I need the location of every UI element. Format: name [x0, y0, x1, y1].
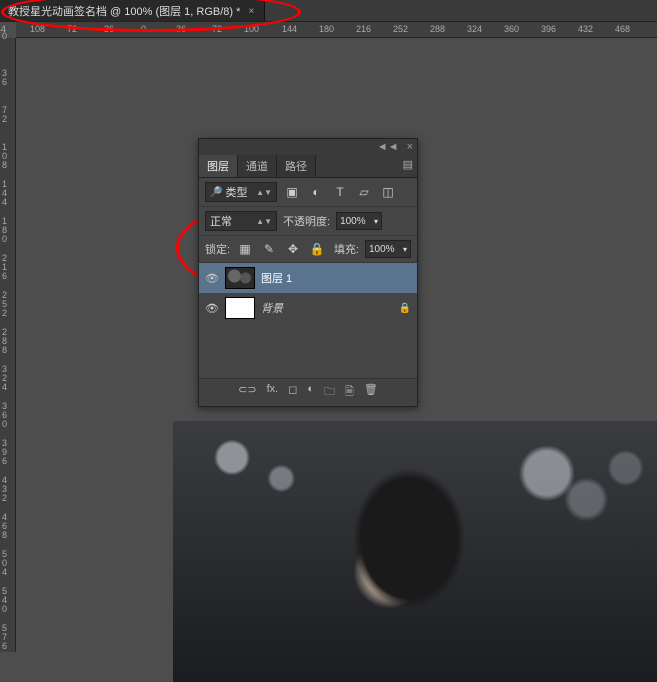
lock-icon[interactable]: 🔒: [399, 303, 411, 314]
search-icon: 🔎: [210, 187, 222, 198]
layers-panel: ◄◄ × 图层 通道 路径 ▤ 🔎 类型 ▲▼ ▣ ◐ T: [198, 138, 418, 407]
opacity-label: 不透明度:: [283, 213, 330, 229]
canvas-area[interactable]: ◄◄ × 图层 通道 路径 ▤ 🔎 类型 ▲▼ ▣ ◐ T: [16, 38, 657, 652]
ruler-tick: 324: [467, 24, 482, 34]
ruler-tick: 432: [578, 24, 593, 34]
ruler-tick: 0: [2, 32, 12, 41]
trash-icon[interactable]: 🗑: [364, 383, 378, 402]
ruler-tick: 3 9 6: [2, 439, 12, 466]
layer-fx-icon[interactable]: fx.: [267, 383, 279, 402]
opacity-value: 100%: [340, 216, 366, 227]
layer-thumbnail[interactable]: [225, 267, 255, 289]
fill-label: 填充:: [334, 241, 359, 257]
filter-type-dropdown[interactable]: 🔎 类型 ▲▼: [205, 182, 277, 202]
blend-mode-label: 正常: [210, 213, 232, 229]
tab-layers[interactable]: 图层: [199, 155, 238, 177]
ruler-tick: 396: [541, 24, 556, 34]
ruler-tick: 1 8 0: [2, 217, 12, 244]
layer-name[interactable]: 图层 1: [261, 270, 292, 286]
panel-menu-icon[interactable]: ▤: [403, 158, 413, 171]
panel-collapse-icon[interactable]: ◄◄: [377, 141, 399, 153]
visibility-icon[interactable]: 👁: [205, 302, 219, 315]
filter-image-icon[interactable]: ▣: [283, 183, 301, 201]
ruler-tick: 5 7 6: [2, 624, 12, 651]
ruler-tick: 252: [393, 24, 408, 34]
document-tab[interactable]: 教授星光动画签名档 @ 100% (图层 1, RGB/8) * ×: [0, 0, 265, 21]
ruler-tick: 180: [319, 24, 334, 34]
ruler-tick: 100: [244, 24, 259, 34]
ruler-vertical[interactable]: 03 67 21 0 81 4 41 8 02 1 62 5 22 8 83 2…: [0, 38, 16, 652]
fill-value: 100%: [369, 244, 395, 255]
tab-channels[interactable]: 通道: [238, 155, 277, 177]
ruler-tick: 3 2 4: [2, 365, 12, 392]
ruler-tick: 3 6 0: [2, 402, 12, 429]
filter-label: 类型: [225, 184, 247, 200]
link-layers-icon[interactable]: ⊂⊃: [238, 383, 256, 402]
ruler-tick: 2 8 8: [2, 328, 12, 355]
layer-thumbnail[interactable]: [225, 297, 255, 319]
lock-brush-icon[interactable]: ✎: [260, 240, 278, 258]
ruler-tick: 36: [104, 24, 114, 34]
close-icon[interactable]: ×: [248, 6, 254, 17]
chevron-down-icon: ▾: [374, 217, 378, 226]
tab-paths[interactable]: 路径: [277, 155, 316, 177]
filter-type-icon[interactable]: T: [331, 183, 349, 201]
chevron-down-icon: ▾: [403, 245, 407, 254]
lock-all-icon[interactable]: 🔒: [308, 240, 326, 258]
new-layer-icon[interactable]: 🗎: [345, 383, 354, 402]
ruler-tick: 5 4 0: [2, 587, 12, 614]
ruler-tick: 108: [30, 24, 45, 34]
ruler-tick: 0: [141, 24, 146, 34]
chevron-updown-icon: ▲▼: [256, 217, 272, 226]
ruler-tick: 7 2: [2, 106, 12, 124]
opacity-input[interactable]: 100% ▾: [336, 212, 382, 230]
layer-mask-icon[interactable]: ◻: [288, 383, 297, 402]
ruler-tick: 4 3 2: [2, 476, 12, 503]
ruler-tick: 144: [282, 24, 297, 34]
filter-adjust-icon[interactable]: ◐: [307, 183, 325, 201]
ruler-tick: 216: [356, 24, 371, 34]
ruler-tick: 1 4 4: [2, 180, 12, 207]
filter-smart-icon[interactable]: ◫: [379, 183, 397, 201]
canvas-image: [173, 421, 657, 682]
adjustment-layer-icon[interactable]: ◐: [307, 383, 314, 402]
chevron-updown-icon: ▲▼: [256, 188, 272, 197]
group-icon[interactable]: 🗀: [324, 383, 335, 402]
ruler-horizontal[interactable]: 4410872360367210014418021625228832436039…: [16, 22, 657, 38]
lock-label: 锁定:: [205, 241, 230, 257]
ruler-tick: 2 5 2: [2, 291, 12, 318]
blend-mode-dropdown[interactable]: 正常 ▲▼: [205, 211, 277, 231]
ruler-tick: 288: [430, 24, 445, 34]
ruler-tick: 3 6: [2, 69, 12, 87]
fill-input[interactable]: 100% ▾: [365, 240, 411, 258]
ruler-tick: 468: [615, 24, 630, 34]
layer-row[interactable]: 👁 图层 1: [199, 263, 417, 293]
ruler-tick: 360: [504, 24, 519, 34]
layer-name[interactable]: 背景: [261, 300, 283, 316]
panel-close-icon[interactable]: ×: [407, 141, 413, 153]
ruler-tick: 72: [67, 24, 77, 34]
ruler-tick: 4 6 8: [2, 513, 12, 540]
ruler-tick: 2 1 6: [2, 254, 12, 281]
lock-pixels-icon[interactable]: ▦: [236, 240, 254, 258]
layer-row[interactable]: 👁 背景 🔒: [199, 293, 417, 323]
visibility-icon[interactable]: 👁: [205, 272, 219, 285]
filter-shape-icon[interactable]: ▱: [355, 183, 373, 201]
document-title: 教授星光动画签名档 @ 100% (图层 1, RGB/8) *: [8, 3, 240, 19]
ruler-tick: 5 0 4: [2, 550, 12, 577]
ruler-tick: 72: [212, 24, 222, 34]
ruler-tick: 36: [176, 24, 186, 34]
lock-position-icon[interactable]: ✥: [284, 240, 302, 258]
ruler-tick: 1 0 8: [2, 143, 12, 170]
